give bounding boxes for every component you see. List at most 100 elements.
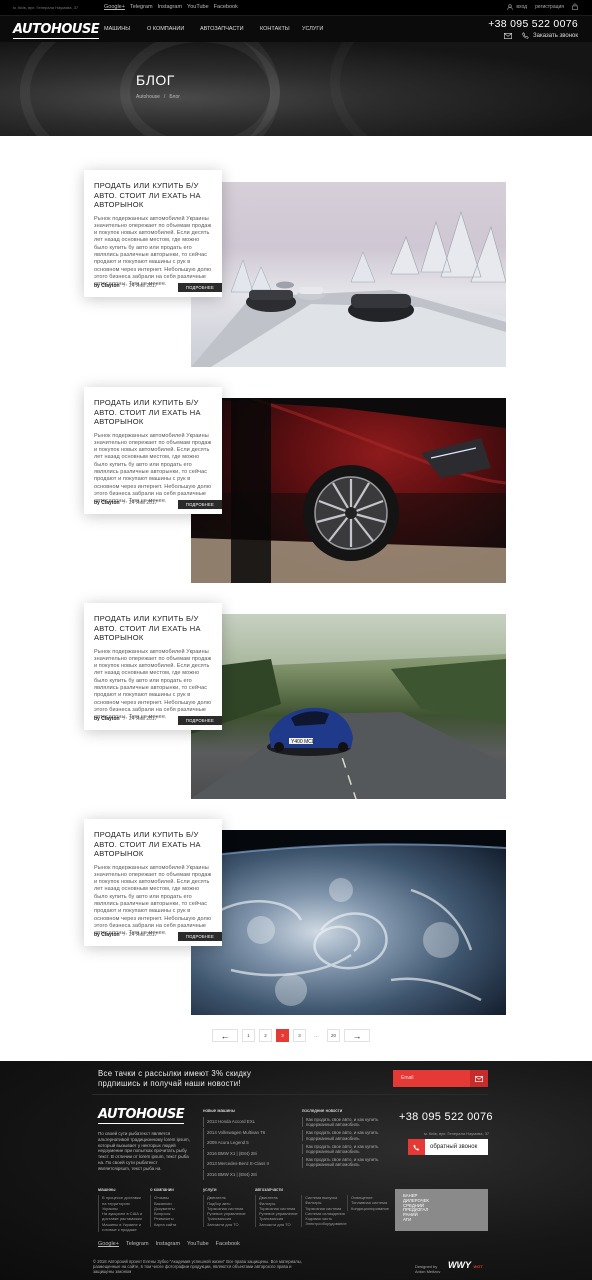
post-excerpt: Рынок подержанных автомобилей Украины зн… [94, 215, 212, 288]
post-image[interactable] [191, 830, 506, 1015]
footer-menu-title: о компании [150, 1187, 174, 1192]
mail-icon [475, 1075, 483, 1082]
breadcrumb: Autohouse / Блог [136, 94, 180, 100]
user-icon [507, 3, 514, 10]
new-car-link[interactable]: 2014 Volkswagen Multivan T6 [203, 1127, 291, 1138]
new-car-link[interactable]: 2013 Mercedes-Benz E-Class II [203, 1159, 291, 1169]
new-cars-title: новые машины [203, 1108, 235, 1113]
social-google[interactable]: Google+ [104, 4, 125, 10]
pagination-next[interactable]: → [344, 1029, 370, 1042]
login-link[interactable]: вход [507, 4, 527, 10]
footer-logo[interactable]: AUTOHOUSE [98, 1107, 185, 1124]
red-car-wheel-illustration [191, 398, 506, 583]
post-image[interactable] [191, 398, 506, 583]
footer-menu-services: услуги Двигатель Подбор авто Тормозная с… [203, 1187, 251, 1228]
footer-menu-title: услуги [203, 1187, 217, 1192]
footer-menu-link[interactable]: Электрооборудование [301, 1221, 347, 1227]
email-input[interactable]: Email [393, 1070, 470, 1087]
header-phone[interactable]: +38 095 522 0076 [488, 18, 578, 30]
page-hero: БЛОГ Autohouse / Блог [0, 42, 592, 136]
hero-road-decor [120, 42, 280, 136]
lock-icon[interactable] [572, 3, 578, 10]
read-more-button[interactable]: ПОДРОБНЕЕ [177, 932, 222, 941]
banner-line: АТИ [403, 1216, 412, 1222]
hero-road-decor [330, 42, 592, 136]
post-card: ПРОДАТЬ ИЛИ КУПИТЬ Б/У АВТО. СТОИТ ЛИ ЕХ… [84, 819, 222, 946]
footer-menu-link[interactable]: Машины в Украине и готовые к продаже [98, 1221, 144, 1233]
new-car-link[interactable]: 2016 BMW X1 | (E84) 28i [203, 1169, 291, 1180]
callback-button[interactable]: обратный звонок [408, 1139, 488, 1155]
new-car-link[interactable]: 2016 BMW X1 | (E84) 28i [203, 1148, 291, 1159]
page-link-active[interactable]: 3 [276, 1029, 289, 1042]
nav-item-contacts[interactable]: контакты [260, 26, 290, 32]
pagination-prev[interactable]: ← [212, 1029, 238, 1042]
footer-menu-link[interactable]: Запчасти для ТО [255, 1221, 299, 1228]
page-link[interactable]: 1 [242, 1029, 255, 1042]
footer-menu-link[interactable]: Запчасти для ТО [203, 1221, 251, 1228]
footer-menu-link[interactable]: Карта сайта [150, 1221, 194, 1228]
post-title[interactable]: ПРОДАТЬ ИЛИ КУПИТЬ Б/У АВТО. СТОИТ ЛИ ЕХ… [94, 614, 212, 643]
read-more-button[interactable]: ПОДРОБНЕЕ [177, 500, 222, 509]
nav-item-cars[interactable]: машины [104, 26, 130, 32]
page-link[interactable]: 3 [293, 1029, 306, 1042]
post-excerpt: Рынок подержанных автомобилей Украины зн… [94, 648, 212, 721]
social-google[interactable]: Google+ [98, 1241, 119, 1247]
nav-item-about[interactable]: о компании [147, 26, 184, 32]
social-youtube[interactable]: YouTube [187, 1241, 209, 1247]
social-youtube[interactable]: YouTube [187, 4, 209, 10]
footer-banner[interactable]: БАНЕР ДИЛЕРОЧЕК СРЕДНИЙ ПРЕДИЗГАЛ РАНИЙ АТИ [395, 1189, 488, 1231]
read-more-button[interactable]: ПОДРОБНЕЕ [177, 716, 222, 725]
new-car-link[interactable]: 2013 Honda Accord EXL [203, 1117, 291, 1127]
subscribe-button[interactable] [470, 1070, 488, 1087]
callback-label: обратный звонок [430, 1144, 478, 1150]
news-link[interactable]: Как продать свое авто, и как купить поде… [302, 1117, 390, 1128]
top-social-links: Google+ Telegram Instagram YouTube Faceb… [104, 4, 238, 10]
page-link-last[interactable]: 20 [327, 1029, 340, 1042]
new-car-link[interactable]: 2009 Acura Legend 5 [203, 1138, 291, 1148]
social-instagram[interactable]: Instagram [156, 1241, 180, 1247]
footer-menu-link[interactable]: Кондиционирование [347, 1205, 391, 1211]
footer-menu-about: о компании Отзывы Вакансии Документы Воп… [150, 1187, 194, 1228]
pagination: ← 1 2 3 3 ... 20 → [212, 1029, 370, 1042]
register-link[interactable]: регистрация [535, 4, 564, 10]
post-meta: by Clayton / 24 Янв 2017 [94, 932, 157, 938]
post-meta-separator: / [123, 283, 125, 289]
nav-item-services[interactable]: услуги [302, 26, 323, 32]
page-link[interactable]: 2 [259, 1029, 272, 1042]
nav-item-parts[interactable]: автозапчасти [200, 26, 244, 32]
mail-icon[interactable] [504, 32, 513, 39]
post-title[interactable]: ПРОДАТЬ ИЛИ КУПИТЬ Б/У АВТО. СТОИТ ЛИ ЕХ… [94, 830, 212, 859]
phone-icon [408, 1139, 425, 1155]
social-telegram[interactable]: Telegram [130, 4, 153, 10]
news-link[interactable]: Как продать свое авто, и как купить поде… [302, 1143, 390, 1155]
breadcrumb-current: Блог [169, 94, 181, 100]
callback-link[interactable]: Заказать звонок [522, 32, 578, 39]
footer-divider [92, 1094, 488, 1095]
footer-menu-parts-3: Освещение Топливная система Кондициониро… [347, 1195, 391, 1211]
social-facebook[interactable]: Facebook [214, 4, 238, 10]
site-logo[interactable]: AUTOHOUSE [13, 22, 100, 39]
post-image[interactable]: Y400 MCL [191, 614, 506, 799]
news-link[interactable]: Как продать свое авто, и как купить поде… [302, 1157, 390, 1168]
social-telegram[interactable]: Telegram [126, 1241, 149, 1247]
footer-phone[interactable]: +38 095 522 0076 [399, 1111, 493, 1123]
post-meta-separator: / [123, 932, 125, 938]
breadcrumb-home[interactable]: Autohouse [136, 94, 160, 100]
social-instagram[interactable]: Instagram [158, 4, 182, 10]
footer-menu-parts-2: Система выпуска Фильтры Тормозная систем… [301, 1195, 347, 1227]
studio-name: WWY [448, 1260, 471, 1270]
news-link[interactable]: Как продать свое авто, и как купить поде… [302, 1130, 390, 1141]
footer-menu-link[interactable]: Топливная система [347, 1200, 391, 1206]
footer-menu-link[interactable]: В процессе доставки на территорию Украин… [98, 1195, 144, 1212]
post-author: by Clayton [94, 500, 120, 506]
post-title[interactable]: ПРОДАТЬ ИЛИ КУПИТЬ Б/У АВТО. СТОИТ ЛИ ЕХ… [94, 398, 212, 427]
new-cars-list: новые машины 2013 Honda Accord EXL 2014 … [203, 1108, 291, 1180]
designer-name[interactable]: Anton Meltzov [415, 1269, 440, 1274]
post-image[interactable] [191, 182, 506, 367]
social-facebook[interactable]: Facebook [216, 1241, 240, 1247]
post-excerpt: Рынок подержанных автомобилей Украины зн… [94, 864, 212, 937]
read-more-button[interactable]: ПОДРОБНЕЕ [177, 283, 222, 292]
footer-menu-link[interactable]: На аукционе в США и доставке растаможки [98, 1211, 144, 1222]
post-title[interactable]: ПРОДАТЬ ИЛИ КУПИТЬ Б/У АВТО. СТОИТ ЛИ ЕХ… [94, 181, 212, 210]
studio-logo[interactable]: WWY WOT [448, 1260, 483, 1270]
